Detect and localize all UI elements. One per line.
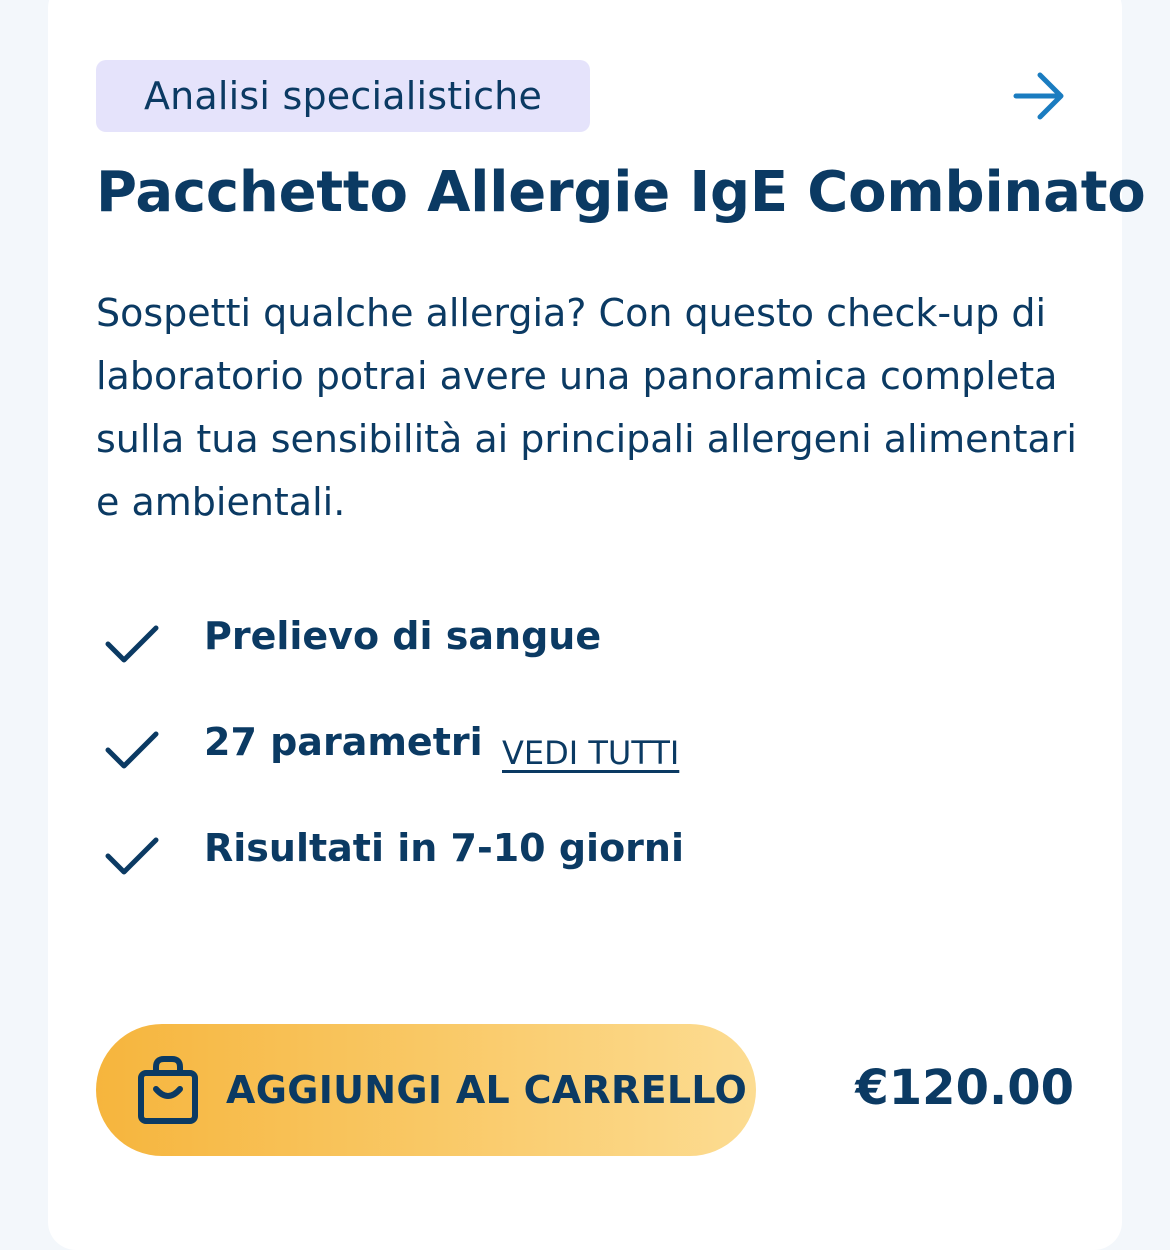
check-icon xyxy=(105,625,159,663)
product-title: Pacchetto Allergie IgE Combinato xyxy=(96,160,1146,225)
check-icon xyxy=(105,837,159,875)
feature-label: Prelievo di sangue xyxy=(204,614,602,658)
add-to-cart-button[interactable]: AGGIUNGI AL CARRELLO xyxy=(96,1024,756,1156)
category-badge-label: Analisi specialistiche xyxy=(143,74,543,118)
product-price: €120.00 xyxy=(855,1060,1074,1116)
category-badge: Analisi specialistiche xyxy=(96,60,590,132)
feature-label: 27 parametri xyxy=(204,720,483,764)
check-icon xyxy=(105,731,159,769)
product-description: Sospetti qualche allergia? Con questo ch… xyxy=(96,291,1077,524)
feature-label: Risultati in 7-10 giorni xyxy=(204,826,684,870)
add-to-cart-label: AGGIUNGI AL CARRELLO xyxy=(226,1068,748,1112)
see-all-parameters-link[interactable]: VEDI TUTTI xyxy=(502,734,679,772)
shopping-bag-icon xyxy=(138,1056,198,1124)
open-product-arrow[interactable] xyxy=(1006,66,1070,126)
arrow-right-icon xyxy=(1013,72,1064,120)
